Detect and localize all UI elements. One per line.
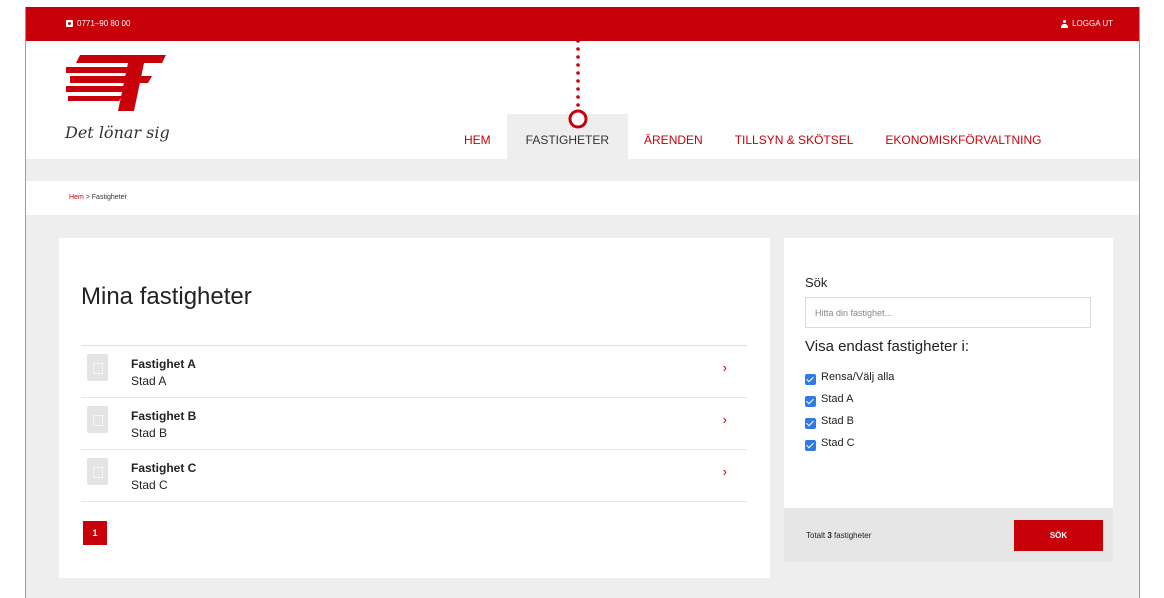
- checkbox-checked-icon[interactable]: [805, 395, 816, 407]
- user-icon: [1061, 19, 1069, 28]
- filter-select-all[interactable]: Rensa/Välj alla: [805, 366, 894, 388]
- property-thumbnail-icon: [87, 458, 108, 485]
- breadcrumb-separator: >: [85, 194, 90, 201]
- property-thumbnail-icon: [87, 354, 108, 381]
- property-list-card: Mina fastigheter Fastighet A Stad A › Fa…: [59, 238, 770, 578]
- total-number: 3: [827, 531, 832, 540]
- phone-link[interactable]: 0771–90 80 00: [66, 19, 130, 28]
- total-count: Totalt 3 fastigheter: [806, 531, 871, 540]
- filter-stad-c[interactable]: Stad C: [805, 432, 894, 454]
- property-name: Fastighet C: [131, 461, 197, 475]
- property-item-c[interactable]: Fastighet C Stad C ›: [81, 450, 747, 502]
- main-nav: HEM FASTIGHETER ÄRENDEN TILLSYN & SKÖTSE…: [448, 114, 1057, 159]
- chevron-right-icon: ›: [722, 412, 727, 427]
- pagination-page-1[interactable]: 1: [83, 521, 107, 545]
- filter-label: Stad C: [821, 437, 855, 449]
- filter-label: Stad A: [821, 393, 854, 405]
- property-item-a[interactable]: Fastighet A Stad A ›: [81, 346, 747, 398]
- breadcrumb: Hem > Fastigheter: [26, 181, 1139, 215]
- search-panel: Sök Visa endast fastigheter i: Rensa/Väl…: [784, 238, 1113, 508]
- filter-label: Rensa/Välj alla: [821, 371, 895, 383]
- property-city: Stad C: [131, 478, 168, 492]
- search-button[interactable]: SÖK: [1014, 520, 1103, 551]
- property-city: Stad A: [131, 374, 167, 388]
- nav-item-tillsyn-skotsel[interactable]: TILLSYN & SKÖTSEL: [719, 114, 870, 159]
- search-title: Sök: [805, 275, 828, 290]
- property-name: Fastighet B: [131, 409, 197, 423]
- phone-icon: [66, 20, 73, 27]
- nav-item-hem[interactable]: HEM: [448, 114, 507, 159]
- logout-link[interactable]: LOGGA UT: [1061, 19, 1113, 28]
- company-logo[interactable]: [66, 53, 166, 113]
- filter-stad-a[interactable]: Stad A: [805, 388, 894, 410]
- city-filter-list: Rensa/Välj alla Stad A Stad B Stad C: [805, 366, 894, 454]
- property-list: Fastighet A Stad A › Fastighet B Stad B …: [81, 345, 747, 502]
- logout-label: LOGGA UT: [1072, 19, 1113, 28]
- property-city: Stad B: [131, 426, 168, 440]
- property-name: Fastighet A: [131, 357, 196, 371]
- chevron-right-icon: ›: [722, 464, 727, 479]
- total-prefix: Totalt: [806, 531, 826, 540]
- browser-frame: 0771–90 80 00 LOGGA UT Det lönar sig HEM…: [25, 7, 1140, 598]
- chevron-right-icon: ›: [722, 360, 727, 375]
- page-title: Mina fastigheter: [81, 283, 252, 310]
- breadcrumb-home[interactable]: Hem: [69, 194, 84, 201]
- search-panel-footer: Totalt 3 fastigheter SÖK: [784, 508, 1113, 562]
- total-suffix: fastigheter: [834, 531, 872, 540]
- breadcrumb-current: Fastigheter: [91, 194, 127, 201]
- search-input[interactable]: [805, 297, 1091, 328]
- filter-stad-b[interactable]: Stad B: [805, 410, 894, 432]
- checkbox-checked-icon[interactable]: [805, 417, 816, 429]
- property-thumbnail-icon: [87, 406, 108, 433]
- filter-title: Visa endast fastigheter i:: [805, 338, 969, 355]
- checkbox-checked-icon[interactable]: [805, 439, 816, 451]
- property-item-b[interactable]: Fastighet B Stad B ›: [81, 398, 747, 450]
- highlight-marker: [568, 7, 588, 129]
- nav-item-ekonomiskforvaltning[interactable]: EKONOMISKFÖRVALTNING: [869, 114, 1057, 159]
- nav-item-arenden[interactable]: ÄRENDEN: [628, 114, 719, 159]
- filter-label: Stad B: [821, 415, 855, 427]
- slogan: Det lönar sig: [65, 123, 170, 142]
- checkbox-checked-icon[interactable]: [805, 373, 816, 385]
- phone-number: 0771–90 80 00: [77, 19, 131, 28]
